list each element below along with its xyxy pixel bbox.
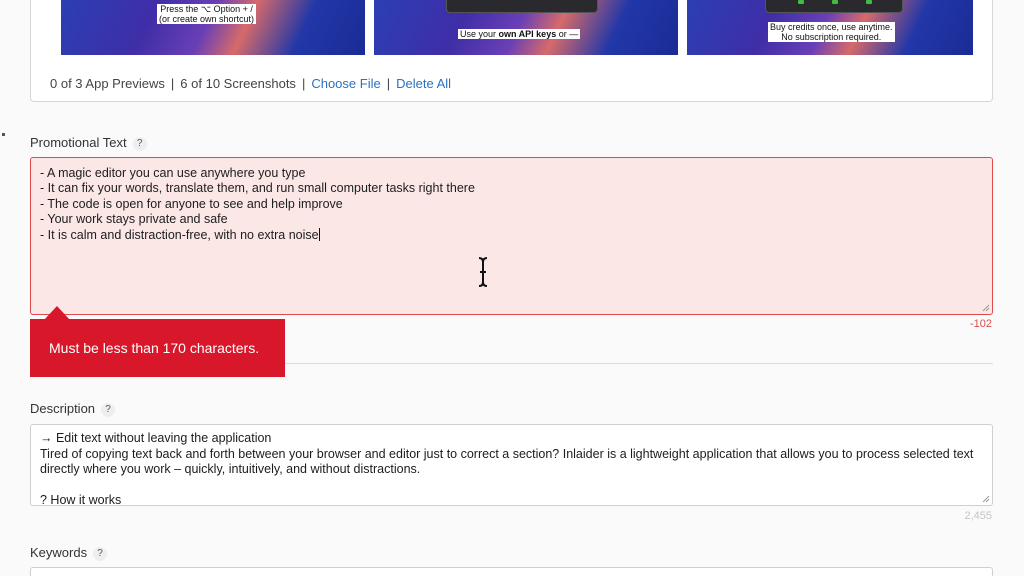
promotional-text-label: Promotional Text? bbox=[30, 135, 147, 151]
promotional-text-char-counter: -102 bbox=[969, 318, 992, 330]
delete-all-link[interactable]: Delete All bbox=[396, 76, 451, 91]
text-cursor-icon bbox=[478, 257, 488, 287]
screenshots-count: 6 of 10 Screenshots bbox=[180, 76, 296, 91]
description-label: Description? bbox=[30, 401, 116, 417]
screenshot-thumbnail-2[interactable]: Use your own API keys or — bbox=[374, 0, 678, 55]
section-divider bbox=[285, 363, 993, 364]
app-window-graphic bbox=[446, 0, 598, 13]
help-icon[interactable]: ? bbox=[93, 547, 108, 561]
separator: | bbox=[170, 76, 175, 91]
status-indicator bbox=[832, 0, 838, 4]
error-tooltip-arrow bbox=[44, 306, 70, 320]
description-char-counter: 2,455 bbox=[964, 510, 992, 522]
status-indicator bbox=[866, 0, 872, 4]
screenshot-caption: Use your own API keys or — bbox=[458, 29, 581, 39]
screenshot-thumbnail-1[interactable]: Press the ⌥ Option + / (or create own sh… bbox=[61, 0, 365, 55]
screenshot-thumbnail-3[interactable]: Buy credits once, use anytime. No subscr… bbox=[687, 0, 973, 55]
app-previews-count: 0 of 3 App Previews bbox=[50, 76, 165, 91]
resize-handle-icon[interactable] bbox=[982, 495, 990, 503]
status-indicator bbox=[798, 0, 804, 4]
resize-handle-icon[interactable] bbox=[982, 304, 990, 312]
margin-marker bbox=[2, 133, 5, 136]
screenshot-gallery: Press the ⌥ Option + / (or create own sh… bbox=[30, 0, 993, 102]
help-icon[interactable]: ? bbox=[101, 403, 116, 417]
promotional-text-field[interactable]: - A magic editor you can use anywhere yo… bbox=[30, 157, 993, 315]
text-caret bbox=[318, 227, 320, 241]
separator: | bbox=[301, 76, 306, 91]
separator: | bbox=[386, 76, 391, 91]
choose-file-link[interactable]: Choose File bbox=[311, 76, 380, 91]
description-content: → Edit text without leaving the applicat… bbox=[40, 431, 974, 506]
help-icon[interactable]: ? bbox=[132, 137, 147, 151]
keywords-label: Keywords? bbox=[30, 545, 108, 561]
keywords-field[interactable] bbox=[30, 567, 993, 576]
screenshot-caption: Press the ⌥ Option + / (or create own sh… bbox=[157, 4, 257, 24]
error-tooltip: Must be less than 170 characters. bbox=[30, 319, 285, 377]
app-window-graphic bbox=[765, 0, 903, 13]
gallery-status-bar: 0 of 3 App Previews | 6 of 10 Screenshots |… bbox=[50, 76, 451, 91]
screenshot-caption: Buy credits once, use anytime. No subscr… bbox=[768, 22, 895, 42]
description-field[interactable]: → Edit text without leaving the applicat… bbox=[30, 424, 993, 506]
promotional-text-content: - A magic editor you can use anywhere yo… bbox=[40, 166, 475, 242]
